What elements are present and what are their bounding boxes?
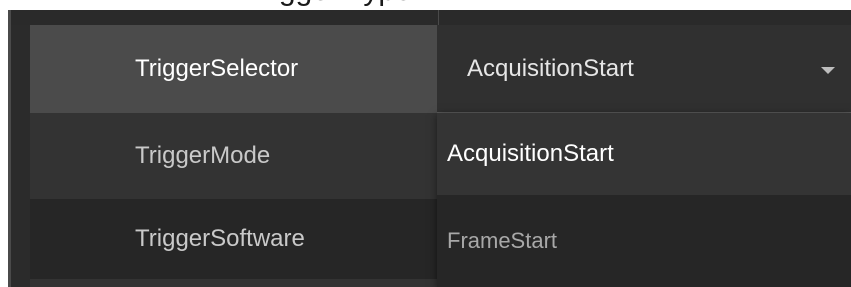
dropdown-option-acquisition-start[interactable]: AcquisitionStart — [437, 113, 851, 195]
screenshot-frame: …Trigger Type… TriggerSelector TriggerMo… — [0, 0, 851, 287]
cut-off-title-text: …Trigger Type… — [215, 0, 442, 8]
cut-off-title: …Trigger Type… — [0, 0, 851, 10]
dropdown-options-list: AcquisitionStart FrameStart — [437, 113, 851, 287]
dropdown-option-label: AcquisitionStart — [447, 140, 614, 167]
property-row-cut-off[interactable] — [30, 279, 437, 287]
dropdown-selected-value: AcquisitionStart — [467, 55, 634, 82]
chevron-down-icon[interactable] — [821, 67, 835, 74]
trigger-selector-dropdown[interactable]: AcquisitionStart — [437, 25, 851, 113]
property-name-column: TriggerSelector TriggerMode TriggerSoftw… — [30, 10, 437, 287]
dropdown-option-label: FrameStart — [447, 228, 558, 253]
property-name-label: TriggerMode — [135, 142, 271, 169]
dropdown-option-frame-start[interactable]: FrameStart — [437, 195, 851, 287]
column-separator — [438, 10, 439, 25]
grid-left-border — [8, 10, 11, 287]
property-row-trigger-selector[interactable]: TriggerSelector — [30, 25, 437, 113]
property-name-label: TriggerSelector — [135, 55, 299, 82]
property-grid: TriggerSelector TriggerMode TriggerSoftw… — [8, 10, 851, 287]
property-row-trigger-software[interactable]: TriggerSoftware — [30, 199, 437, 279]
property-row-trigger-mode[interactable]: TriggerMode — [30, 113, 437, 199]
property-name-label: TriggerSoftware — [135, 225, 305, 252]
